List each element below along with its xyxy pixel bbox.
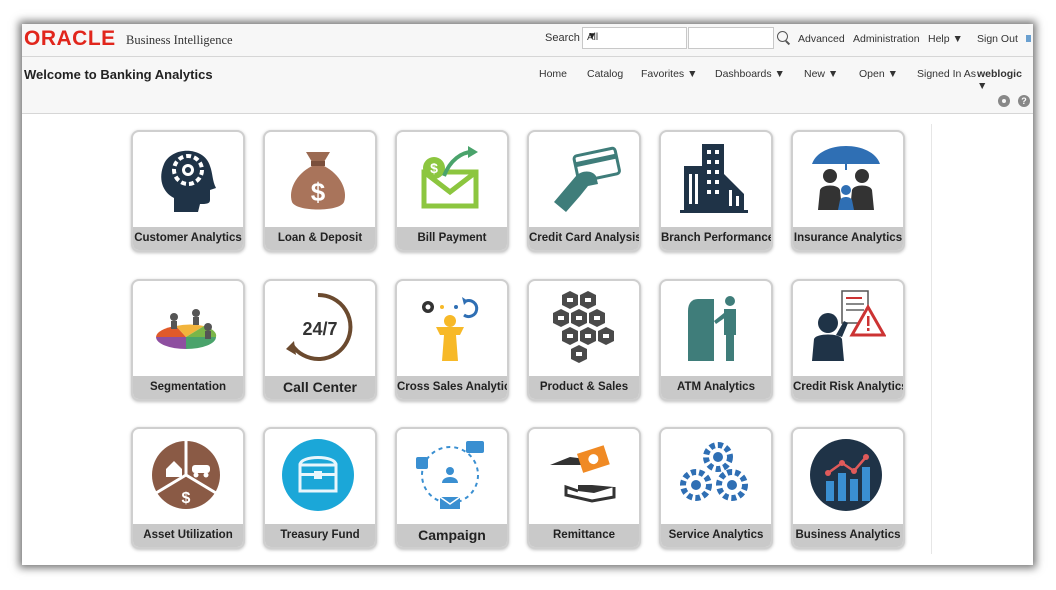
atm-icon	[688, 296, 736, 361]
tile-cross-sales-analytics[interactable]: Cross Sales Analytics	[395, 279, 509, 401]
tile-remittance[interactable]: Remittance	[527, 427, 641, 549]
hexagons-icon	[553, 291, 614, 363]
tile-treasury-fund[interactable]: Treasury Fund	[263, 427, 377, 549]
nav-new[interactable]: New ▼	[804, 68, 838, 80]
treasure-chest-icon	[282, 439, 354, 511]
tile-asset-utilization[interactable]: $ Asset Utilization	[131, 427, 245, 549]
top-bar: ORACLE Business Intelligence Search All …	[22, 24, 1033, 57]
gears-icon	[680, 442, 748, 501]
tile-business-analytics[interactable]: Business Analytics	[791, 427, 905, 549]
svg-text:$: $	[430, 160, 438, 176]
tile-credit-card-analysis[interactable]: Credit Card Analysis	[527, 130, 641, 252]
tile-label: Treasury Fund	[265, 524, 375, 547]
nav-favorites[interactable]: Favorites ▼	[641, 68, 698, 80]
header-bar: Welcome to Banking Analytics Home Catalo…	[22, 57, 1033, 114]
tile-campaign[interactable]: Campaign	[395, 427, 509, 549]
administration-link[interactable]: Administration	[853, 33, 920, 45]
tile-insurance-analytics[interactable]: Insurance Analytics	[791, 130, 905, 252]
gear-icon[interactable]	[998, 95, 1010, 107]
pie-people-icon	[156, 309, 217, 349]
oracle-logo[interactable]: ORACLE	[24, 27, 116, 51]
tile-product-sales[interactable]: Product & Sales	[527, 279, 641, 401]
browser-frame: ORACLE Business Intelligence Search All …	[22, 24, 1033, 565]
tile-label: Business Analytics	[793, 524, 903, 547]
hand-card-icon	[554, 146, 621, 212]
hands-money-icon	[550, 445, 616, 503]
social-campaign-icon	[416, 441, 484, 509]
tile-loan-deposit[interactable]: $ Loan & Deposit	[263, 130, 377, 252]
help-icon[interactable]: ?	[1018, 95, 1030, 107]
search-label: Search	[545, 32, 580, 44]
nav-home[interactable]: Home	[539, 68, 567, 80]
help-menu[interactable]: Help ▼	[928, 33, 963, 45]
head-gear-icon	[161, 150, 216, 212]
tile-label: Credit Card Analysis	[529, 227, 639, 250]
envelope-dollar-icon: $	[421, 146, 479, 209]
search-input[interactable]	[688, 27, 774, 49]
tile-label: Insurance Analytics	[793, 227, 903, 250]
advanced-link[interactable]: Advanced	[798, 33, 845, 45]
search-icon[interactable]	[777, 31, 788, 42]
tile-label: Customer Analytics	[133, 227, 243, 250]
nav-catalog[interactable]: Catalog	[587, 68, 623, 80]
tile-label: Campaign	[397, 524, 507, 547]
money-bag-icon: $	[290, 152, 346, 210]
tile-label: Asset Utilization	[133, 524, 243, 547]
tile-label: Credit Risk Analytics	[793, 376, 903, 399]
overflow-indicator	[1026, 35, 1031, 42]
tile-call-center[interactable]: 24/7 Call Center	[263, 279, 377, 401]
signed-in-label: Signed In As	[917, 68, 976, 80]
tile-label: ATM Analytics	[661, 376, 771, 399]
person-gears-icon	[422, 297, 479, 361]
product-name: Business Intelligence	[126, 33, 233, 47]
tile-label: Segmentation	[133, 376, 243, 399]
assets-pie-icon: $	[152, 441, 220, 509]
search-scope-select[interactable]: All ▼	[582, 27, 687, 49]
dashboard-grid: Customer Analytics $ Loan & Deposit $ Bi…	[22, 114, 1033, 565]
divider	[931, 124, 932, 554]
risk-warning-icon	[812, 290, 886, 361]
tile-label: Loan & Deposit	[265, 227, 375, 250]
tile-label: Bill Payment	[397, 227, 507, 250]
tile-customer-analytics[interactable]: Customer Analytics	[131, 130, 245, 252]
tile-branch-performance[interactable]: Branch Performance	[659, 130, 773, 252]
tile-label: Call Center	[265, 376, 375, 399]
chevron-down-icon: ▼	[587, 31, 597, 42]
svg-text:24/7: 24/7	[302, 319, 337, 339]
svg-text:$: $	[311, 177, 326, 207]
nav-dashboards[interactable]: Dashboards ▼	[715, 68, 785, 80]
buildings-icon	[680, 144, 748, 213]
tile-label: Branch Performance	[661, 227, 771, 250]
bar-chart-icon	[810, 439, 882, 511]
tile-segmentation[interactable]: Segmentation	[131, 279, 245, 401]
sign-out-link[interactable]: Sign Out	[977, 33, 1018, 45]
tile-label: Remittance	[529, 524, 639, 547]
24-7-icon: 24/7	[286, 292, 353, 361]
tile-bill-payment[interactable]: $ Bill Payment	[395, 130, 509, 252]
tile-label: Service Analytics	[661, 524, 771, 547]
tile-label: Product & Sales	[529, 376, 639, 399]
page-title: Welcome to Banking Analytics	[24, 67, 213, 82]
tile-label: Cross Sales Analytics	[397, 376, 507, 399]
tile-credit-risk-analytics[interactable]: Credit Risk Analytics	[791, 279, 905, 401]
tile-atm-analytics[interactable]: ATM Analytics	[659, 279, 773, 401]
svg-text:$: $	[182, 490, 191, 507]
nav-open[interactable]: Open ▼	[859, 68, 898, 80]
tile-service-analytics[interactable]: Service Analytics	[659, 427, 773, 549]
user-menu[interactable]: weblogic ▼	[977, 68, 1033, 92]
umbrella-family-icon	[812, 146, 880, 210]
